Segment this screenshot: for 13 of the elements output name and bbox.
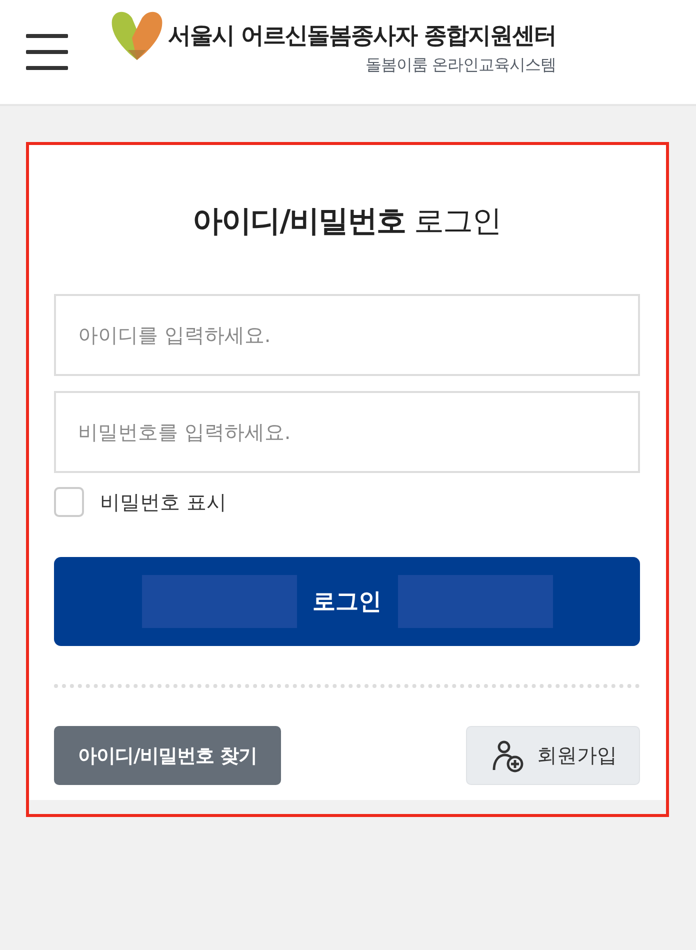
login-button[interactable]: 로그인	[54, 557, 640, 646]
add-user-icon	[491, 738, 525, 772]
signup-button[interactable]: 회원가입	[466, 726, 640, 785]
site-subtitle: 돌봄이룸 온라인교육시스템	[365, 55, 556, 76]
checkbox-label: 비밀번호 표시	[100, 488, 226, 516]
heart-logo-icon	[110, 10, 164, 62]
password-field[interactable]: 비밀번호를 입력하세요.	[54, 391, 640, 473]
site-title: 서울시 어르신돌봄종사자 종합지원센터	[168, 22, 556, 51]
login-title: 아이디/비밀번호 로그인	[192, 203, 502, 241]
id-field[interactable]: 아이디를 입력하세요.	[54, 294, 640, 376]
find-account-button[interactable]: 아이디/비밀번호 찾기	[54, 726, 282, 785]
checkbox[interactable]	[54, 487, 84, 517]
menu-icon[interactable]	[26, 34, 68, 70]
